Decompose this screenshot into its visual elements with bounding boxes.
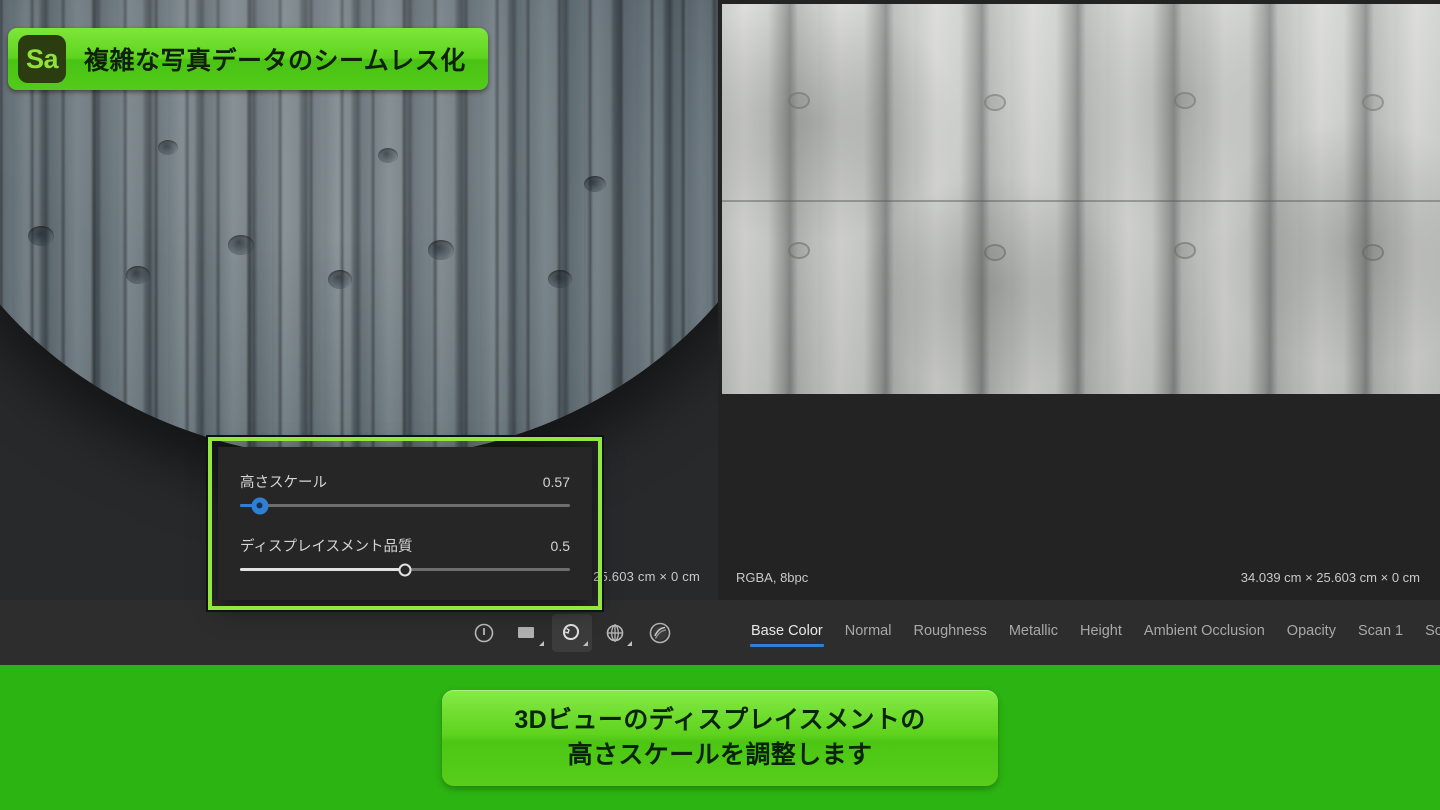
title-badge: Sa 複雑な写真データのシームレス化 xyxy=(8,28,488,90)
viewport-toolbar xyxy=(0,600,718,665)
tab-scan-1[interactable]: Scan 1 xyxy=(1347,617,1414,649)
displacement-quality-value: 0.5 xyxy=(550,538,570,554)
caption-banner: 3Dビューのディスプレイスメントの 高さスケールを調整します xyxy=(0,665,1440,810)
tab-scan-2[interactable]: Scan 2 xyxy=(1414,617,1440,649)
height-scale-value: 0.57 xyxy=(542,474,570,490)
info-icon[interactable] xyxy=(464,614,504,652)
channel-tab-bar: Base Color Normal Roughness Metallic Hei… xyxy=(718,600,1440,665)
height-scale-label: 高さスケール xyxy=(240,475,327,491)
page-title: 複雑な写真データのシームレス化 xyxy=(84,47,466,75)
tab-roughness[interactable]: Roughness xyxy=(902,617,997,649)
displacement-quality-thumb[interactable] xyxy=(398,563,412,576)
height-scale-slider[interactable] xyxy=(240,497,570,514)
texture-dimensions-label: 34.039 cm × 25.603 cm × 0 cm xyxy=(1240,570,1420,585)
caption-line-1: 3Dビューのディスプレイスメントの xyxy=(514,705,926,734)
caption-box: 3Dビューのディスプレイスメントの 高さスケールを調整します xyxy=(442,689,998,786)
material-sphere-icon[interactable] xyxy=(640,614,680,652)
tab-ambient-occlusion[interactable]: Ambient Occlusion xyxy=(1133,617,1276,649)
substance-sampler-logo: Sa xyxy=(18,35,66,83)
texture-preview-panel: RGBA, 8bpc 34.039 cm × 25.603 cm × 0 cm xyxy=(718,0,1440,600)
texture-image[interactable] xyxy=(722,4,1440,394)
texture-weathering xyxy=(722,4,1440,394)
plane-icon[interactable] xyxy=(508,614,548,652)
texture-format-label: RGBA, 8bpc xyxy=(736,570,809,585)
displacement-quality-slider[interactable] xyxy=(240,563,570,576)
tab-metallic[interactable]: Metallic xyxy=(998,617,1069,649)
environment-dropdown-arrow[interactable] xyxy=(627,640,632,646)
environment-icon[interactable] xyxy=(596,614,636,652)
height-scale-thumb[interactable] xyxy=(251,497,269,514)
application-window: 25.603 cm × 0 cm RGBA, 8bpc 34.039 cm × … xyxy=(0,0,1440,665)
shape-icon[interactable] xyxy=(552,613,592,652)
viewport-dimensions-label: 25.603 cm × 0 cm xyxy=(593,569,700,584)
tab-opacity[interactable]: Opacity xyxy=(1276,617,1347,649)
displacement-quality-fill xyxy=(240,568,405,571)
displacement-quality-label: ディスプレイスメント品質 xyxy=(240,539,413,555)
shape-dropdown-arrow[interactable] xyxy=(583,640,588,646)
tab-height[interactable]: Height xyxy=(1069,617,1133,649)
displacement-quality-row: ディスプレイスメント品質 0.5 xyxy=(218,535,592,576)
displacement-settings-panel: 高さスケール 0.57 ディスプレイスメント品質 0.5 xyxy=(218,447,592,600)
height-scale-row: 高さスケール 0.57 xyxy=(218,471,592,514)
caption-line-2: 高さスケールを調整します xyxy=(567,740,873,769)
plane-dropdown-arrow[interactable] xyxy=(539,640,544,646)
tab-normal[interactable]: Normal xyxy=(834,617,903,649)
tab-base-color[interactable]: Base Color xyxy=(740,617,834,649)
